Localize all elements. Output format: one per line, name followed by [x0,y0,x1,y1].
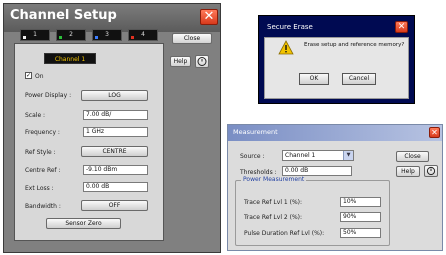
on-checkbox[interactable]: ✓ [25,72,32,79]
frequency-label: Frequency : [25,129,60,136]
timer-icon[interactable] [424,165,438,177]
trace-ref-lvl-1-field[interactable]: 10% [340,197,381,207]
close-icon[interactable]: ✕ [395,21,408,33]
thresholds-field[interactable]: 0.00 dB [282,166,352,176]
channel-name-label: Channel 1 [44,53,96,64]
thresholds-label: Thresholds : [240,169,277,176]
timer-icon[interactable] [195,55,209,68]
ref-style-label: Ref Style : [25,149,56,156]
channel-color-marker [131,36,134,39]
measurement-title: Measurement [233,128,278,136]
secure-erase-message: Erase setup and reference memory? [304,42,405,48]
tab-channel-1[interactable]: 1 [20,29,50,41]
source-select[interactable]: Channel 1 ▼ [282,150,354,161]
chevron-down-icon[interactable]: ▼ [343,151,353,160]
ref-style-button[interactable]: CENTRE [81,146,148,157]
channel-color-marker [23,36,26,39]
trace-ref-lvl-2-field[interactable]: 90% [340,212,381,222]
trace-ref-lvl-1-label: Trace Ref Lvl 1 (%): [244,199,303,206]
ok-button[interactable]: OK [299,73,329,85]
on-label: On [35,73,44,80]
bandwidth-label: Bandwidth : [25,203,61,210]
centre-ref-field[interactable]: -9.10 dBm [83,165,148,175]
ext-loss-label: Ext Loss : [25,185,54,192]
tab-label: 4 [141,31,145,38]
help-button[interactable]: Help [170,56,191,67]
channel-setup-titlebar[interactable]: Channel Setup ✕ [4,4,220,32]
pulse-duration-ref-lvl-field[interactable]: 50% [340,228,381,238]
pulse-duration-ref-lvl-label: Pulse Duration Ref Lvl (%): [244,230,325,237]
frequency-field[interactable]: 1 GHz [83,127,148,137]
measurement-help-button[interactable]: Help [396,166,420,177]
tab-label: 2 [69,31,73,38]
power-measurement-title: Power Measurement [241,176,307,183]
ext-loss-field[interactable]: 0.00 dB [83,182,148,192]
tab-channel-4[interactable]: 4 [128,29,158,41]
channel-color-marker [95,36,98,39]
scale-field[interactable]: 7.00 dB/ [83,110,148,120]
power-display-button[interactable]: LOG [81,90,148,101]
tab-label: 1 [33,31,37,38]
source-value: Channel 1 [285,152,316,159]
secure-erase-dialog: Secure Erase ✕ [258,15,415,104]
cancel-button[interactable]: Cancel [342,73,376,85]
close-icon[interactable]: ✕ [200,9,218,25]
secure-erase-title: Secure Erase [267,23,313,31]
trace-ref-lvl-2-label: Trace Ref Lvl 2 (%): [244,214,303,221]
bandwidth-button[interactable]: OFF [81,200,148,211]
close-icon[interactable]: ✕ [429,127,440,138]
power-display-label: Power Display : [25,92,72,99]
scale-label: Scale : [25,112,46,119]
channel-color-marker [59,36,62,39]
warning-icon [278,40,294,57]
channel-setup-title: Channel Setup [10,8,117,23]
tab-channel-3[interactable]: 3 [92,29,122,41]
tab-label: 3 [105,31,109,38]
tab-channel-2[interactable]: 2 [56,29,86,41]
measurement-close-button[interactable]: Close [396,151,429,162]
source-label: Source : [240,153,265,160]
centre-ref-label: Centre Ref : [25,167,61,174]
measurement-titlebar[interactable]: Measurement ✕ [228,125,442,141]
sensor-zero-button[interactable]: Sensor Zero [46,218,121,229]
close-button[interactable]: Close [172,33,212,44]
